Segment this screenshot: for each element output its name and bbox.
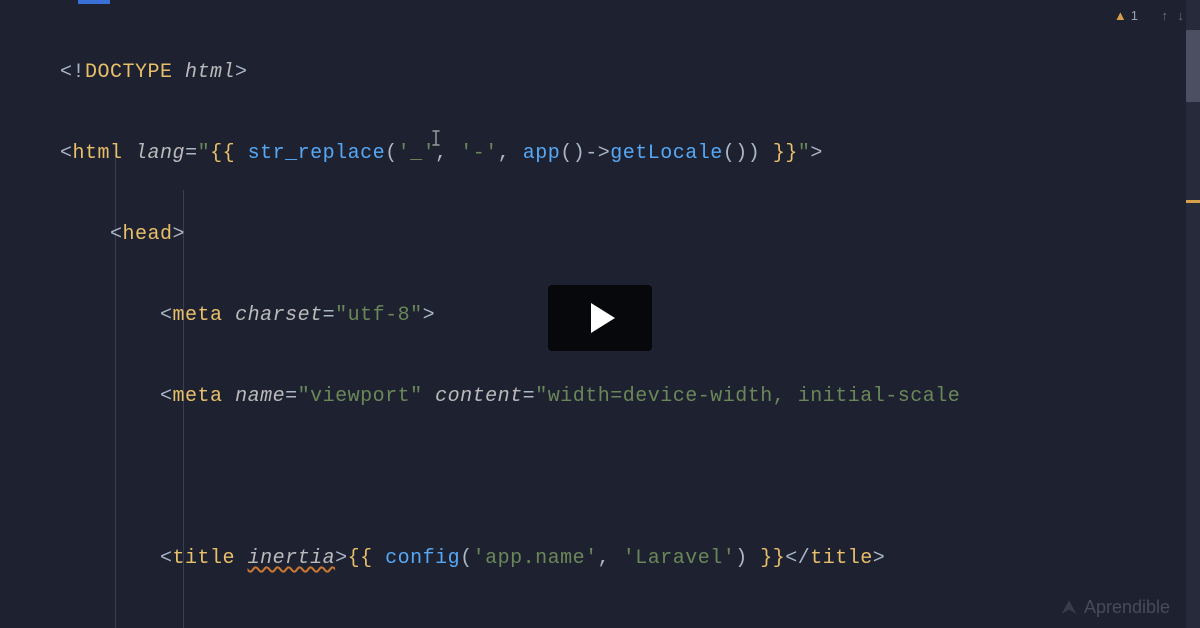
watermark-text: Aprendible [1084, 597, 1170, 618]
code-line [60, 624, 1200, 628]
code-line: <title inertia>{{ config('app.name', 'La… [60, 543, 1200, 592]
logo-icon [1060, 599, 1078, 617]
inertia-attr-warning: inertia [248, 547, 336, 570]
play-button[interactable] [548, 285, 652, 351]
code-line: <html lang="{{ str_replace('_', '-', app… [60, 138, 1200, 187]
watermark: Aprendible [1060, 597, 1170, 618]
code-line: <!DOCTYPE html> [60, 57, 1200, 106]
code-line: <meta name="viewport" content="width=dev… [60, 381, 1200, 430]
code-line: <head> [60, 219, 1200, 268]
code-line [60, 462, 1200, 511]
play-icon [591, 303, 615, 333]
